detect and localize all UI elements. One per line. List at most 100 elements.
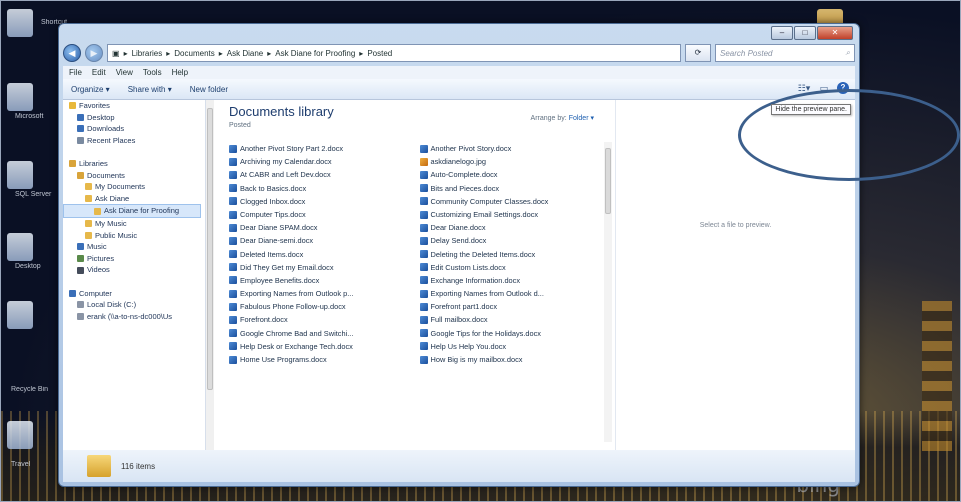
word-document-icon <box>229 289 237 298</box>
file-item[interactable]: Exchange Information.docx <box>419 274 601 287</box>
recent-icon <box>77 137 84 145</box>
desktop-label: Microsoft <box>15 113 44 120</box>
file-item[interactable]: Community Computer Classes.docx <box>419 195 601 208</box>
nav-scrollbar-thumb[interactable] <box>207 108 213 390</box>
file-list-scrollbar[interactable] <box>604 142 612 442</box>
menu-bar: File Edit View Tools Help <box>63 66 855 79</box>
file-item[interactable]: Employee Benefits.docx <box>229 274 410 287</box>
refresh-button[interactable]: ⟳ <box>685 44 711 62</box>
address-bar[interactable]: ▣ ▸ Libraries ▸ Documents ▸ Ask Diane ▸ … <box>107 44 681 62</box>
file-item[interactable]: Google Tips for the Holidays.docx <box>419 327 601 340</box>
file-item[interactable]: Dear Diane.docx <box>419 221 601 234</box>
file-item[interactable]: How Big is my mailbox.docx <box>419 353 601 366</box>
file-item[interactable]: Edit Custom Lists.docx <box>419 261 601 274</box>
desktop-shortcut-icon[interactable] <box>7 9 33 37</box>
forward-button[interactable]: ▶ <box>85 44 103 62</box>
title-bar[interactable]: – □ ✕ <box>59 24 859 40</box>
file-item[interactable]: Another Pivot Story Part 2.docx <box>229 142 410 155</box>
close-button[interactable]: ✕ <box>817 26 853 40</box>
nav-scrollbar[interactable] <box>206 100 214 450</box>
nav-item-label: Recent Places <box>87 135 136 145</box>
nav-item[interactable]: Local Disk (C:) <box>63 299 205 311</box>
file-item[interactable]: Home Use Programs.docx <box>229 353 410 366</box>
file-item[interactable]: Back to Basics.docx <box>229 182 410 195</box>
desktop-shortcut-icon[interactable] <box>7 301 33 329</box>
file-item[interactable]: Another Pivot Story.docx <box>419 142 601 155</box>
new-folder-button[interactable]: New folder <box>190 85 228 94</box>
nav-item[interactable]: Ask Diane <box>63 193 205 205</box>
nav-item[interactable]: erank (\\a-to-ns-dc000\Us <box>63 311 205 323</box>
back-button[interactable]: ◀ <box>63 44 81 62</box>
nav-item[interactable]: Music <box>63 241 205 253</box>
address-crumb[interactable]: Documents <box>174 49 214 58</box>
file-item[interactable]: Clogged Inbox.docx <box>229 195 410 208</box>
desktop-shortcut-icon[interactable] <box>7 83 33 111</box>
desktop-shortcut-icon[interactable] <box>7 421 33 449</box>
word-document-icon <box>419 144 428 153</box>
word-document-icon <box>229 263 237 272</box>
menu-edit[interactable]: Edit <box>92 68 106 77</box>
address-crumb[interactable]: Libraries <box>132 49 163 58</box>
file-item[interactable]: Deleting the Deleted Items.docx <box>419 248 601 261</box>
nav-item[interactable]: Desktop <box>63 112 205 124</box>
file-item[interactable]: Delay Send.docx <box>419 234 601 247</box>
file-item[interactable]: At CABR and Left Dev.docx <box>229 168 410 181</box>
word-document-icon <box>419 289 428 298</box>
file-item[interactable]: Full mailbox.docx <box>419 313 601 326</box>
arrange-by-dropdown[interactable]: Folder ▾ <box>569 115 594 122</box>
nav-item[interactable]: Public Music <box>63 230 205 242</box>
nav-item[interactable]: Pictures <box>63 253 205 265</box>
file-item[interactable]: Did They Get my Email.docx <box>229 261 410 274</box>
file-item[interactable]: Deleted Items.docx <box>229 248 410 261</box>
minimize-button[interactable]: – <box>771 26 793 40</box>
nav-item-label: My Documents <box>95 182 146 192</box>
file-name: Clogged Inbox.docx <box>240 196 306 206</box>
file-item[interactable]: Forefront part1.docx <box>419 300 601 313</box>
file-item[interactable]: Exporting Names from Outlook p... <box>229 287 410 300</box>
nav-item[interactable]: Libraries <box>63 158 205 170</box>
file-item[interactable]: Google Chrome Bad and Switchi... <box>229 327 410 340</box>
library-icon <box>69 160 76 168</box>
file-item[interactable]: Customizing Email Settings.docx <box>419 208 601 221</box>
file-item[interactable]: Computer Tips.docx <box>229 208 410 221</box>
nav-item[interactable]: Documents <box>63 170 205 182</box>
nav-item[interactable]: Recent Places <box>63 135 205 147</box>
nav-item[interactable]: Videos <box>63 264 205 276</box>
menu-view[interactable]: View <box>116 68 133 77</box>
search-input[interactable]: Search Posted ⌕ <box>715 44 855 62</box>
address-crumb[interactable]: Ask Diane for Proofing <box>275 49 355 58</box>
nav-item[interactable]: Downloads <box>63 123 205 135</box>
maximize-button[interactable]: □ <box>794 26 816 40</box>
desktop-shortcut-icon[interactable] <box>7 233 33 261</box>
file-item[interactable]: Forefront.docx <box>229 313 410 326</box>
menu-tools[interactable]: Tools <box>143 68 162 77</box>
address-crumb: ▸ <box>267 48 272 58</box>
file-item[interactable]: Fabulous Phone Follow-up.docx <box>229 300 410 313</box>
file-item[interactable]: Auto-Complete.docx <box>419 168 601 181</box>
file-item[interactable]: Dear Diane-semi.docx <box>229 234 410 247</box>
address-crumb[interactable]: Ask Diane <box>227 49 263 58</box>
file-item[interactable]: Help Us Help You.docx <box>419 340 601 353</box>
share-with-button[interactable]: Share with ▾ <box>128 85 172 94</box>
nav-item[interactable]: Computer <box>63 288 205 300</box>
organize-button[interactable]: Organize ▾ <box>71 85 110 94</box>
file-list-scrollbar-thumb[interactable] <box>605 148 611 214</box>
file-item[interactable]: Archiving my Calendar.docx <box>229 155 410 168</box>
menu-help[interactable]: Help <box>172 68 188 77</box>
nav-item[interactable]: My Music <box>63 218 205 230</box>
file-item[interactable]: Bits and Pieces.docx <box>419 182 601 195</box>
file-item[interactable]: Help Desk or Exchange Tech.docx <box>229 340 410 353</box>
nav-item[interactable]: Favorites <box>63 100 205 112</box>
address-crumb[interactable]: Posted <box>367 49 392 58</box>
file-item[interactable]: Dear Diane SPAM.docx <box>229 221 410 234</box>
desktop-shortcut-icon[interactable] <box>7 161 33 189</box>
word-document-icon <box>229 342 237 351</box>
file-name: Another Pivot Story.docx <box>430 144 512 153</box>
nav-item[interactable]: My Documents <box>63 181 205 193</box>
menu-file[interactable]: File <box>69 68 82 77</box>
nav-item[interactable]: Ask Diane for Proofing <box>63 204 201 218</box>
file-item[interactable]: askdianelogo.jpg <box>419 155 601 168</box>
desktop-background: bing Shortcut Microsoft SQL Server Deskt… <box>0 0 961 502</box>
file-name: Employee Benefits.docx <box>240 275 320 285</box>
file-item[interactable]: Exporting Names from Outlook d... <box>419 287 601 300</box>
